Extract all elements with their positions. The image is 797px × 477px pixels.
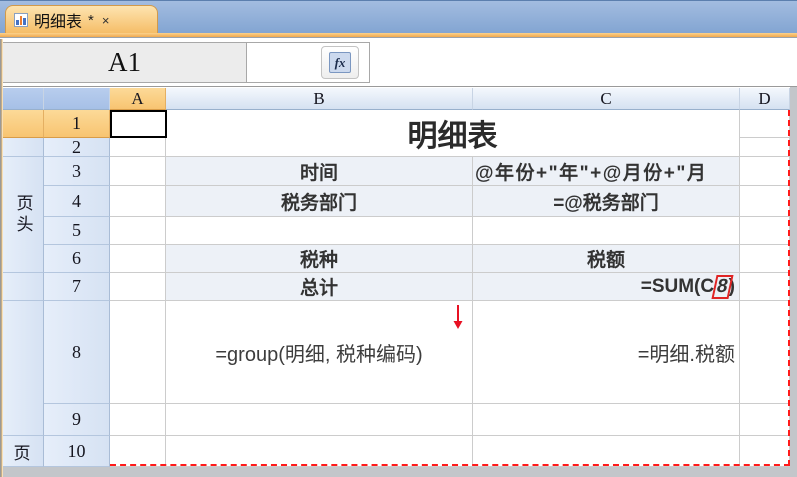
expand-direction-arrow-icon <box>450 303 466 331</box>
cell[interactable] <box>740 110 790 138</box>
column-header-a[interactable]: A <box>110 88 166 110</box>
column-header-b[interactable]: B <box>166 88 473 110</box>
tab-modified-marker: * <box>88 12 94 29</box>
cell[interactable] <box>166 217 473 245</box>
formula-bar: A1 fx <box>0 39 797 86</box>
cell[interactable] <box>473 436 740 467</box>
row-header-2[interactable]: 2 <box>44 138 110 157</box>
row-header-4[interactable]: 4 <box>44 186 110 217</box>
cell[interactable] <box>740 404 790 436</box>
cell-time-label[interactable]: 时间 <box>166 157 473 186</box>
band-cell-rows8-9[interactable] <box>3 301 44 436</box>
insert-function-button[interactable]: fx <box>321 46 359 79</box>
tab-close-icon[interactable]: × <box>102 13 110 28</box>
cell-group-formula[interactable]: =group(明细, 税种编码) <box>166 301 473 404</box>
cell[interactable] <box>473 217 740 245</box>
cell[interactable] <box>740 436 790 467</box>
cell-tax-amount-label[interactable]: 税额 <box>473 245 740 273</box>
row-header-7[interactable]: 7 <box>44 273 110 301</box>
page-break-line-horizontal <box>110 464 790 466</box>
namebox-container: A1 fx <box>2 42 370 83</box>
right-margin-strip <box>790 87 797 477</box>
cell-total-formula[interactable]: =SUM(C8) <box>473 273 740 301</box>
cell[interactable] <box>110 217 166 245</box>
cell[interactable] <box>110 245 166 273</box>
cell[interactable] <box>740 301 790 404</box>
cell[interactable] <box>740 186 790 217</box>
sheet-chart-icon <box>14 13 28 27</box>
band-cell-row2[interactable] <box>3 138 44 157</box>
row-header-9[interactable]: 9 <box>44 404 110 436</box>
cell[interactable] <box>740 273 790 301</box>
column-header-d[interactable]: D <box>740 88 790 110</box>
cell-report-title[interactable]: 明细表 <box>166 110 740 157</box>
cell-a1-selected[interactable] <box>110 110 167 138</box>
cell[interactable] <box>166 436 473 467</box>
cell[interactable] <box>110 404 166 436</box>
row-header-1[interactable]: 1 <box>44 110 110 138</box>
tab-label: 明细表 <box>34 8 82 32</box>
cell-reference-box[interactable]: A1 <box>3 43 247 82</box>
cell[interactable] <box>110 157 166 186</box>
bottom-margin-strip <box>0 467 797 477</box>
select-all-corner[interactable] <box>44 88 110 110</box>
page-break-line-vertical <box>788 110 790 466</box>
tab-bar: 明细表 * × <box>0 0 797 33</box>
cell[interactable] <box>473 404 740 436</box>
band-page-header[interactable]: 页头 <box>3 157 44 273</box>
cell[interactable] <box>110 273 166 301</box>
row-header-3[interactable]: 3 <box>44 157 110 186</box>
cell[interactable] <box>110 138 166 157</box>
cell-time-formula[interactable]: @年份+"年"+@月份+"月 <box>473 157 740 186</box>
cell[interactable] <box>740 245 790 273</box>
row-header-10[interactable]: 10 <box>44 436 110 467</box>
report-designer-window: 明细表 * × A1 fx A B C D 页头 页 1 2 3 4 5 6 7… <box>0 0 797 477</box>
band-cell-row1[interactable] <box>3 110 44 138</box>
cell[interactable] <box>166 404 473 436</box>
grid-top-border <box>0 86 797 87</box>
cell-amount-formula[interactable]: =明细.税额 <box>473 301 740 404</box>
tab-detail-sheet[interactable]: 明细表 * × <box>5 5 158 34</box>
cell-dept-formula[interactable]: =@税务部门 <box>473 186 740 217</box>
cell[interactable] <box>110 301 166 404</box>
cell[interactable] <box>110 436 166 467</box>
band-page-footer[interactable]: 页 <box>3 436 44 467</box>
row-header-8[interactable]: 8 <box>44 301 110 404</box>
cell[interactable] <box>740 217 790 245</box>
cell[interactable] <box>110 186 166 217</box>
row-header-5[interactable]: 5 <box>44 217 110 245</box>
column-header-c[interactable]: C <box>473 88 740 110</box>
cell-tax-type-label[interactable]: 税种 <box>166 245 473 273</box>
band-column-header <box>3 88 44 110</box>
fx-icon: fx <box>329 52 351 73</box>
left-window-edge <box>0 39 3 477</box>
cell-dept-label[interactable]: 税务部门 <box>166 186 473 217</box>
cell[interactable] <box>740 157 790 186</box>
row-header-6[interactable]: 6 <box>44 245 110 273</box>
sum-formula-prefix: =SUM(C <box>641 276 714 298</box>
band-cell-row7[interactable] <box>3 273 44 301</box>
cell-total-label[interactable]: 总计 <box>166 273 473 301</box>
active-tab-underline <box>0 33 797 38</box>
cell[interactable] <box>740 138 790 157</box>
